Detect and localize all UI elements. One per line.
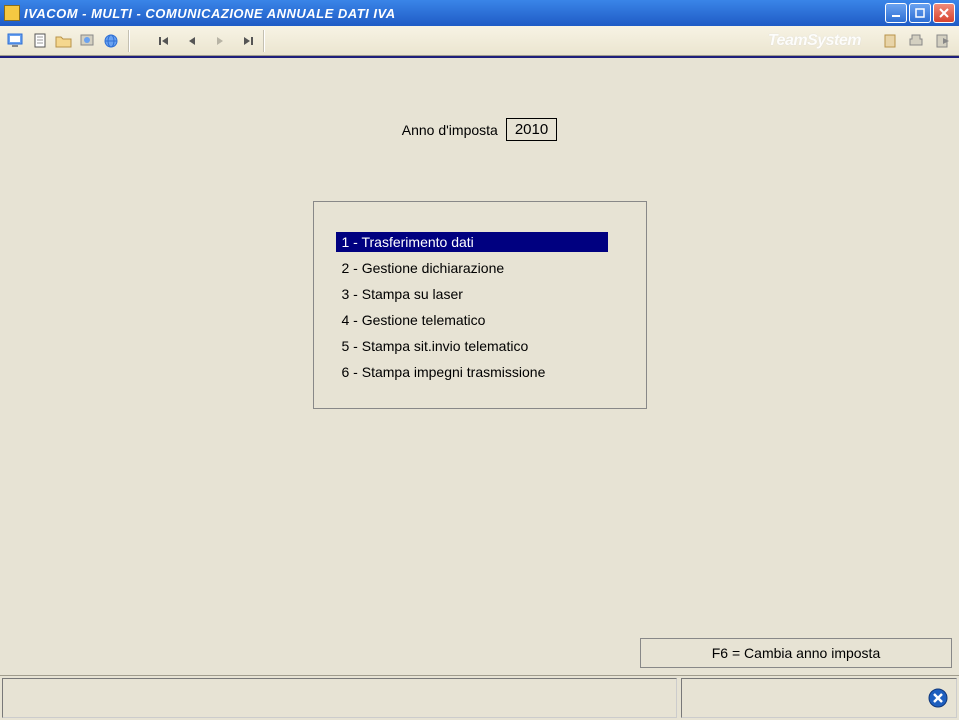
menu-item-5[interactable]: 5 - Stampa sit.invio telematico — [336, 336, 608, 356]
hint-box: F6 = Cambia anno imposta — [640, 638, 952, 668]
nav-prev-icon[interactable] — [183, 32, 201, 50]
status-left — [2, 678, 677, 718]
help-icon[interactable] — [881, 31, 901, 51]
document-icon[interactable] — [30, 31, 50, 51]
app-icon — [4, 5, 20, 21]
status-right — [681, 678, 957, 718]
folder-icon[interactable] — [54, 31, 74, 51]
menu-item-2[interactable]: 2 - Gestione dichiarazione — [336, 258, 608, 278]
minimize-button[interactable] — [885, 3, 907, 23]
year-field[interactable]: 2010 — [506, 118, 557, 141]
globe-icon[interactable] — [102, 31, 122, 51]
screen-icon[interactable] — [6, 31, 26, 51]
menu-item-6[interactable]: 6 - Stampa impegni trasmissione — [336, 362, 608, 382]
statusbar — [0, 675, 959, 720]
print-icon[interactable] — [907, 31, 927, 51]
hint-text: F6 = Cambia anno imposta — [712, 645, 880, 661]
menu-item-3[interactable]: 3 - Stampa su laser — [336, 284, 608, 304]
toolbar: TeamSystem — [0, 26, 959, 56]
menu-box: 1 - Trasferimento dati 2 - Gestione dich… — [313, 201, 647, 409]
tools-icon[interactable] — [78, 31, 98, 51]
window-controls — [885, 3, 955, 23]
nav-last-icon[interactable] — [239, 32, 257, 50]
menu-item-4[interactable]: 4 - Gestione telematico — [336, 310, 608, 330]
window-title: IVACOM - MULTI - COMUNICAZIONE ANNUALE D… — [24, 6, 885, 21]
main-content: Anno d'imposta 2010 1 - Trasferimento da… — [0, 58, 959, 675]
status-close-icon[interactable] — [928, 688, 948, 708]
nav-first-icon[interactable] — [155, 32, 173, 50]
nav-next-icon[interactable] — [211, 32, 229, 50]
maximize-button[interactable] — [909, 3, 931, 23]
menu-item-1[interactable]: 1 - Trasferimento dati — [336, 232, 608, 252]
close-button[interactable] — [933, 3, 955, 23]
exit-icon[interactable] — [933, 31, 953, 51]
brand-logo: TeamSystem — [768, 32, 861, 50]
year-label: Anno d'imposta — [402, 122, 498, 138]
titlebar: IVACOM - MULTI - COMUNICAZIONE ANNUALE D… — [0, 0, 959, 26]
